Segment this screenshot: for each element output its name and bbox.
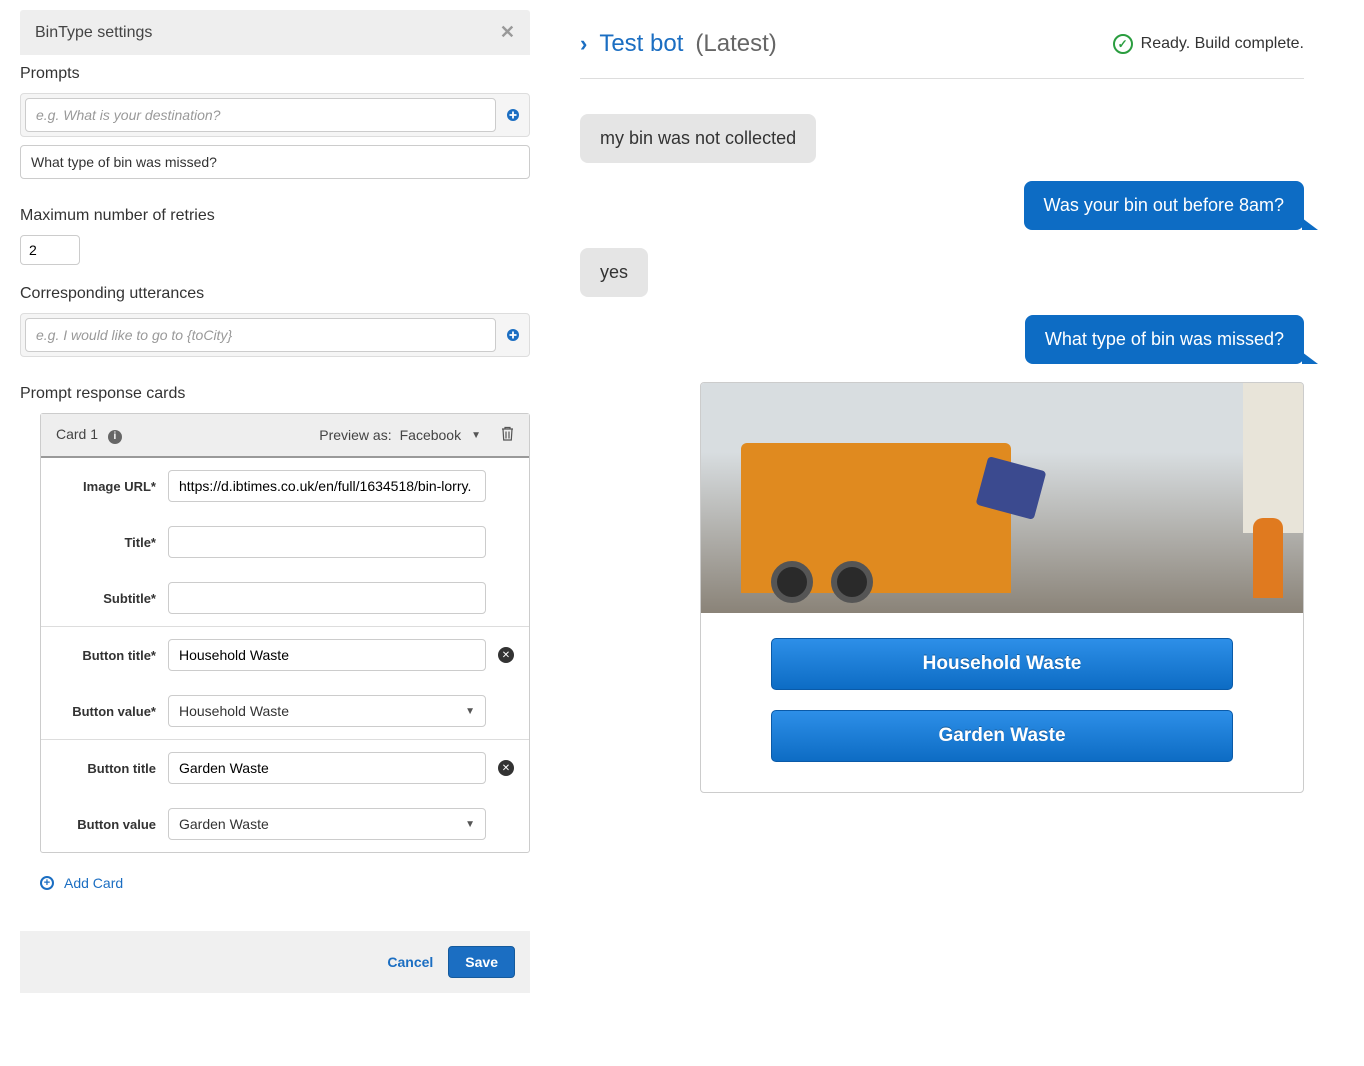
settings-header: BinType settings ✕ (20, 10, 530, 55)
button2-title-input[interactable] (168, 752, 486, 784)
prompts-new-input[interactable] (25, 98, 496, 132)
subtitle-input[interactable] (168, 582, 486, 614)
button1-value-select[interactable]: Household Waste ▼ (168, 695, 486, 727)
preview-as-select[interactable]: Facebook ▼ (400, 427, 481, 443)
button1-value-text: Household Waste (179, 703, 289, 719)
chat-message-user: yes (580, 248, 1304, 297)
button2-value-text: Garden Waste (179, 816, 269, 832)
prompts-label: Prompts (20, 65, 530, 83)
button1-title-label: Button title* (56, 648, 156, 663)
prompt-item-input[interactable] (20, 145, 530, 179)
retries-section: Maximum number of retries (20, 197, 530, 275)
remove-button1-icon[interactable]: ✕ (498, 647, 514, 663)
image-url-row: Image URL* (41, 458, 529, 514)
status-text: Ready. Build complete. (1141, 35, 1304, 53)
test-title-group: › Test bot (Latest) (580, 30, 777, 58)
save-button[interactable]: Save (448, 946, 515, 978)
chevron-down-icon: ▼ (465, 819, 475, 830)
subtitle-row: Subtitle* (41, 570, 529, 626)
button2-title-row: Button title ✕ (41, 739, 529, 796)
prompts-add-row (20, 93, 530, 137)
test-bot-suffix: (Latest) (695, 30, 776, 58)
chat-bubble: Was your bin out before 8am? (1024, 181, 1304, 230)
image-url-label: Image URL* (56, 479, 156, 494)
chevron-down-icon: ▼ (471, 430, 481, 441)
card-header: Card 1 i Preview as: Facebook ▼ (41, 414, 529, 458)
button2-value-label: Button value (56, 817, 156, 832)
settings-panel: BinType settings ✕ Prompts Maximum numbe… (0, 0, 550, 1066)
add-prompt-icon[interactable] (501, 103, 525, 127)
card-buttons: Household Waste Garden Waste (701, 613, 1303, 792)
add-card-label: Add Card (64, 875, 123, 891)
chevron-down-icon: ▼ (465, 706, 475, 717)
utterances-add-row (20, 313, 530, 357)
status-group: ✓ Ready. Build complete. (1113, 34, 1304, 54)
card-title: Card 1 i (56, 426, 122, 444)
chat-bubble: What type of bin was missed? (1025, 315, 1304, 364)
add-card-link[interactable]: + Add Card (40, 875, 123, 891)
prompts-section: Prompts (20, 55, 530, 197)
cancel-button[interactable]: Cancel (387, 954, 433, 970)
card-button-household[interactable]: Household Waste (771, 638, 1233, 690)
retries-label: Maximum number of retries (20, 207, 530, 225)
plus-circle-icon: + (40, 876, 54, 890)
add-card-row: + Add Card (20, 853, 530, 901)
button1-value-row: Button value* Household Waste ▼ (41, 683, 529, 739)
response-card: Card 1 i Preview as: Facebook ▼ Image UR… (40, 413, 530, 853)
title-row: Title* (41, 514, 529, 570)
trash-icon[interactable] (501, 426, 514, 444)
footer-actions: Cancel Save (20, 931, 530, 993)
utterances-label: Corresponding utterances (20, 285, 530, 303)
utterances-section: Corresponding utterances (20, 275, 530, 375)
check-circle-icon: ✓ (1113, 34, 1133, 54)
chat-message-bot: What type of bin was missed? (580, 315, 1304, 364)
prompt-item-row (20, 145, 530, 179)
chat-message-user: my bin was not collected (580, 114, 1304, 163)
button2-value-select[interactable]: Garden Waste ▼ (168, 808, 486, 840)
test-bot-link[interactable]: Test bot (599, 30, 683, 58)
settings-title: BinType settings (35, 24, 152, 42)
close-icon[interactable]: ✕ (500, 22, 515, 43)
card-title-text: Card 1 (56, 426, 98, 442)
retries-input[interactable] (20, 235, 80, 265)
preview-as-value: Facebook (400, 427, 461, 443)
title-input[interactable] (168, 526, 486, 558)
response-cards-section: Prompt response cards Card 1 i Preview a… (20, 375, 530, 911)
add-utterance-icon[interactable] (501, 323, 525, 347)
subtitle-label: Subtitle* (56, 591, 156, 606)
button2-value-row: Button value Garden Waste ▼ (41, 796, 529, 852)
title-label: Title* (56, 535, 156, 550)
chevron-right-icon[interactable]: › (580, 31, 587, 57)
chat-message-bot: Was your bin out before 8am? (580, 181, 1304, 230)
card-image (701, 383, 1303, 613)
button2-title-label: Button title (56, 761, 156, 776)
image-url-input[interactable] (168, 470, 486, 502)
card-body: Image URL* Title* Subtitle* (41, 458, 529, 852)
test-panel: › Test bot (Latest) ✓ Ready. Build compl… (550, 0, 1364, 1066)
test-header: › Test bot (Latest) ✓ Ready. Build compl… (580, 30, 1304, 79)
chat-bubble: yes (580, 248, 648, 297)
utterances-new-input[interactable] (25, 318, 496, 352)
button1-title-input[interactable] (168, 639, 486, 671)
response-cards-label: Prompt response cards (20, 385, 530, 403)
preview-as-label: Preview as: (319, 427, 391, 443)
chat-bubble: my bin was not collected (580, 114, 816, 163)
button1-value-label: Button value* (56, 704, 156, 719)
info-icon[interactable]: i (108, 430, 122, 444)
chat-response-card: Household Waste Garden Waste (700, 382, 1304, 793)
button1-title-row: Button title* ✕ (41, 626, 529, 683)
card-button-garden[interactable]: Garden Waste (771, 710, 1233, 762)
remove-button2-icon[interactable]: ✕ (498, 760, 514, 776)
chat-area: my bin was not collected Was your bin ou… (580, 104, 1304, 803)
